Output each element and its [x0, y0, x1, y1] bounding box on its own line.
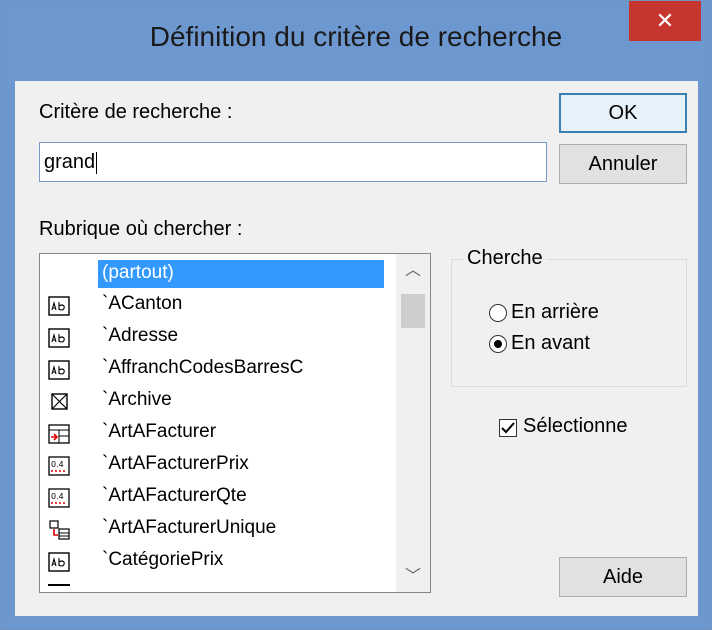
- cancel-button[interactable]: Annuler: [559, 144, 687, 184]
- dialog-body: Critère de recherche : OK grand Annuler …: [15, 81, 698, 616]
- radio-backward-label[interactable]: En arrière: [511, 301, 599, 324]
- checkmark-icon: [501, 422, 515, 434]
- number-field-icon: 0.4: [48, 456, 70, 476]
- dialog-window: Définition du critère de recherche ✕ Cri…: [0, 0, 712, 630]
- number-field-icon: 0.4: [48, 488, 70, 508]
- ok-button[interactable]: OK: [559, 93, 687, 133]
- list-item-label: (partout): [98, 260, 384, 288]
- scroll-up-arrow-icon[interactable]: ︿: [396, 256, 430, 286]
- help-button[interactable]: Aide: [559, 557, 687, 597]
- title-bar: Définition du critère de recherche ✕: [1, 1, 711, 81]
- criteria-label: Critère de recherche :: [39, 101, 233, 123]
- search-input[interactable]: grand: [39, 142, 547, 182]
- svg-text:0.4: 0.4: [51, 460, 64, 469]
- text-caret: [96, 151, 98, 174]
- close-button[interactable]: ✕: [629, 1, 701, 41]
- field-list-label: Rubrique où chercher :: [39, 218, 243, 240]
- partial-row-edge: [48, 584, 70, 586]
- search-input-text: grand: [44, 151, 96, 173]
- list-item-label: `ArtAFacturerUnique: [102, 517, 277, 538]
- list-item-label: `CatégoriePrix: [102, 549, 224, 570]
- list-item-label: `Archive: [102, 389, 172, 410]
- radio-dot: [494, 340, 502, 348]
- list-item[interactable]: (partout): [40, 258, 386, 290]
- list-item-label: `ACanton: [102, 293, 183, 314]
- list-item[interactable]: 0.4 `ArtAFacturerPrix: [40, 450, 386, 482]
- direction-group-label: Cherche: [463, 247, 547, 270]
- list-item-label: `AffranchCodesBarresC: [102, 357, 304, 378]
- unique-link-icon: [49, 520, 70, 540]
- text-field-icon: [48, 552, 70, 572]
- scrollbar-thumb[interactable]: [401, 294, 425, 328]
- radio-backward[interactable]: [489, 304, 507, 322]
- scroll-down-arrow-icon[interactable]: ﹀: [396, 562, 430, 592]
- window-title: Définition du critère de recherche: [149, 21, 563, 52]
- list-item-label: `Adresse: [102, 325, 179, 346]
- list-item[interactable]: `Adresse: [40, 322, 386, 354]
- list-item[interactable]: `ArtAFacturer: [40, 418, 386, 450]
- svg-text:0.4: 0.4: [51, 492, 64, 501]
- list-item[interactable]: `Archive: [40, 386, 386, 418]
- list-item-label: `ArtAFacturerQte: [102, 485, 247, 506]
- list-item-label: `ArtAFacturerPrix: [102, 453, 249, 474]
- list-item-label: `ArtAFacturer: [102, 421, 217, 442]
- select-checkbox-label[interactable]: Sélectionne: [523, 415, 628, 438]
- field-list[interactable]: (partout) `ACanton `Adresse `AffranchCod…: [39, 253, 431, 593]
- list-item[interactable]: `ArtAFacturerUnique: [40, 514, 386, 546]
- text-field-icon: [48, 296, 70, 316]
- radio-forward-label[interactable]: En avant: [511, 332, 590, 355]
- radio-forward[interactable]: [489, 335, 507, 353]
- checkbox-field-icon: [51, 393, 68, 410]
- list-item[interactable]: `CatégoriePrix: [40, 546, 386, 578]
- text-field-icon: [48, 328, 70, 348]
- list-item[interactable]: `ACanton: [40, 290, 386, 322]
- link-field-icon: [48, 424, 70, 444]
- list-scrollbar[interactable]: ︿ ﹀: [396, 254, 430, 592]
- text-field-icon: [48, 360, 70, 380]
- select-checkbox[interactable]: [499, 419, 517, 437]
- list-item[interactable]: `AffranchCodesBarresC: [40, 354, 386, 386]
- list-item[interactable]: 0.4 `ArtAFacturerQte: [40, 482, 386, 514]
